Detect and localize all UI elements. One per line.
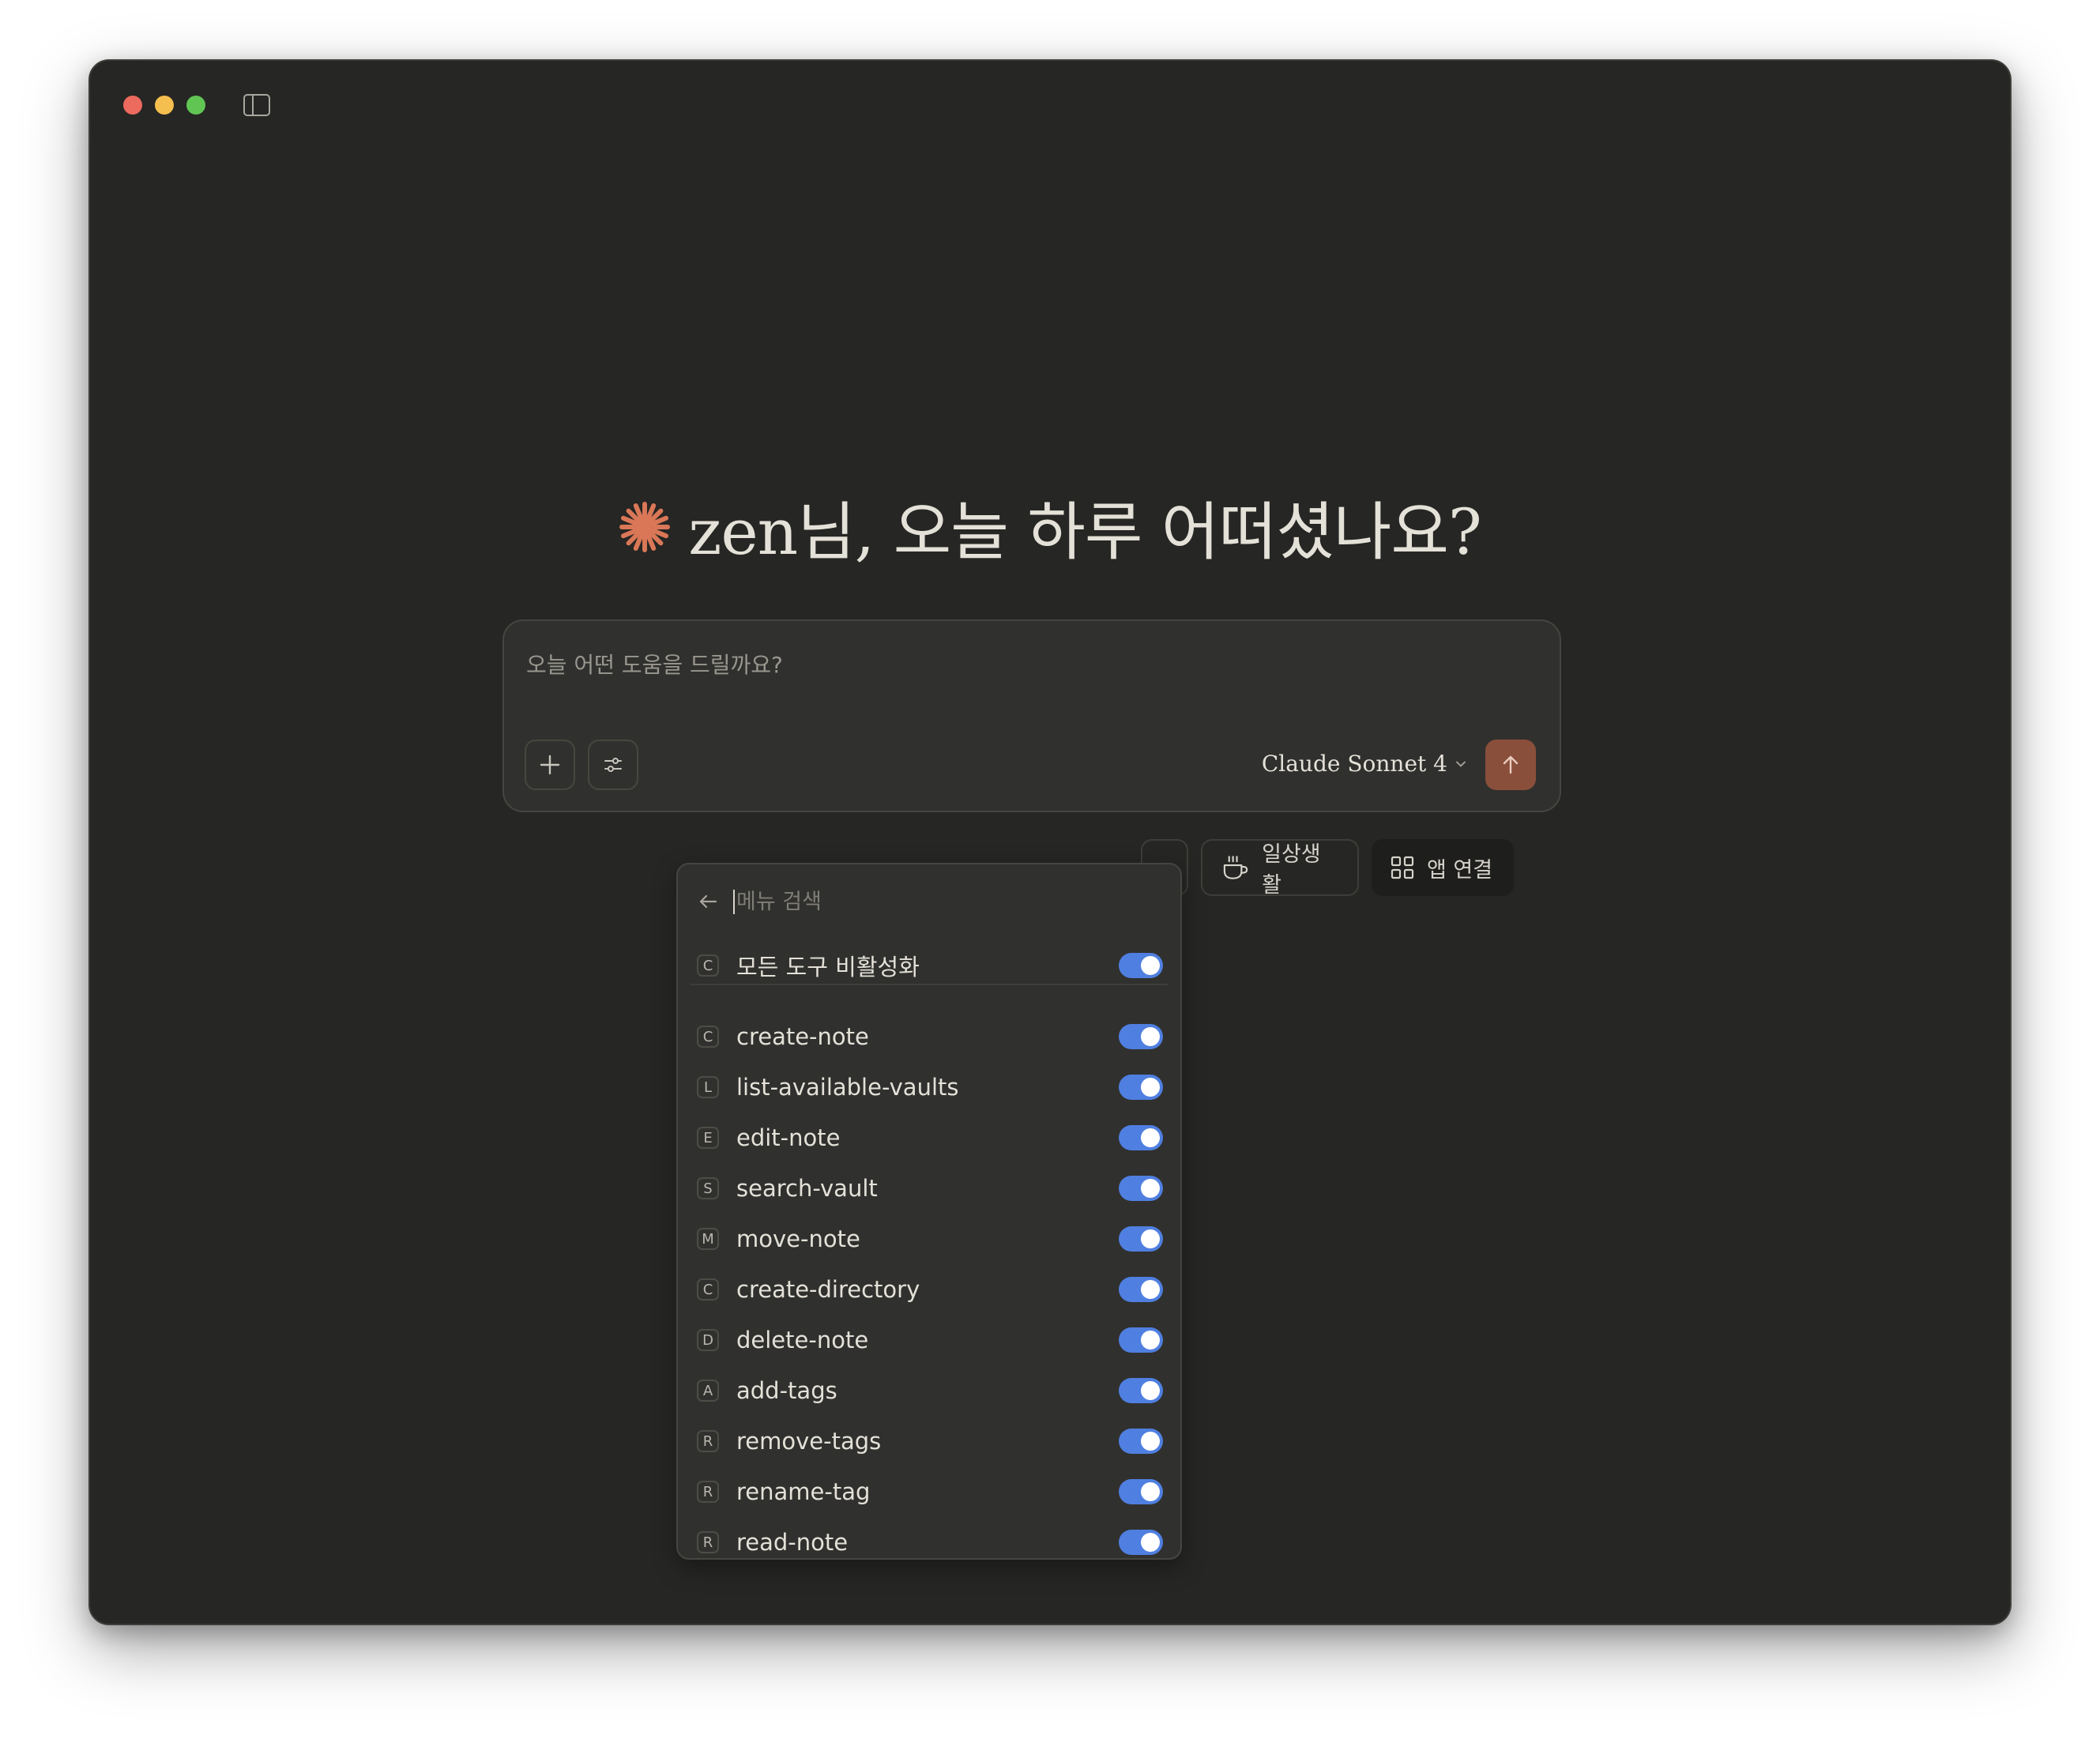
add-attachment-button[interactable]: [525, 740, 575, 790]
close-window-button[interactable]: [123, 96, 142, 115]
tool-item[interactable]: A add-tags: [697, 1371, 1163, 1410]
model-selector[interactable]: Claude Sonnet 4: [1262, 751, 1466, 777]
sidebar-toggle-icon[interactable]: [243, 94, 270, 116]
toggle-switch[interactable]: [1119, 1024, 1163, 1049]
toggle-switch[interactable]: [1119, 1327, 1163, 1353]
tool-item[interactable]: D delete-note: [697, 1320, 1163, 1360]
letter-badge: S: [697, 1177, 719, 1199]
suggestion-chip-daily[interactable]: 일상생활: [1201, 839, 1359, 898]
tool-item[interactable]: L list-available-vaults: [697, 1067, 1163, 1107]
tool-label: create-note: [736, 1023, 869, 1050]
chip-label: 일상생활: [1262, 842, 1321, 898]
letter-badge: R: [697, 1481, 719, 1503]
plus-icon: [540, 755, 560, 775]
maximize-window-button[interactable]: [186, 96, 205, 115]
tool-label: remove-tags: [736, 1428, 882, 1455]
message-input[interactable]: 오늘 어떤 도움을 드릴까요?: [526, 648, 783, 680]
greeting-text: zen님, 오늘 하루 어떠셨나요?: [688, 495, 1482, 569]
letter-badge: A: [697, 1380, 719, 1402]
claude-spark-icon: [619, 501, 671, 553]
letter-badge: E: [697, 1127, 719, 1149]
grid-icon: [1391, 856, 1414, 879]
toggle-switch[interactable]: [1119, 1378, 1163, 1403]
tools-menu-button[interactable]: [588, 740, 638, 790]
tool-label: edit-note: [736, 1124, 841, 1151]
app-window: zen님, 오늘 하루 어떠셨나요? 오늘 어떤 도움을 드릴까요? Claud…: [88, 59, 2012, 1625]
tool-item[interactable]: M move-note: [697, 1219, 1163, 1259]
chevron-down-icon: [1456, 761, 1466, 767]
toggle-switch[interactable]: [1119, 1429, 1163, 1454]
menu-divider: [691, 984, 1168, 985]
letter-badge: C: [697, 1278, 719, 1301]
tool-item[interactable]: S search-vault: [697, 1169, 1163, 1208]
letter-badge: L: [697, 1076, 719, 1098]
tool-item[interactable]: E edit-note: [697, 1118, 1163, 1158]
tool-item[interactable]: C create-directory: [697, 1270, 1163, 1309]
tool-label: list-available-vaults: [736, 1074, 959, 1101]
tool-item[interactable]: C create-note: [697, 1017, 1163, 1056]
disable-all-tools-toggle-row[interactable]: C 모든 도구 비활성화: [697, 946, 1163, 985]
toggle-switch[interactable]: [1119, 1075, 1163, 1100]
sliders-icon: [604, 758, 622, 772]
send-button[interactable]: [1485, 740, 1536, 790]
tools-menu: C 모든 도구 비활성화 C create-note L list-availa…: [676, 863, 1182, 1560]
letter-badge: M: [697, 1228, 719, 1250]
letter-badge: C: [697, 1026, 719, 1048]
letter-badge: R: [697, 1430, 719, 1452]
model-name: Claude Sonnet 4: [1261, 751, 1447, 777]
tool-label: rename-tag: [736, 1478, 871, 1505]
menu-item-label: 모든 도구 비활성화: [736, 954, 920, 981]
tool-label: move-note: [736, 1225, 860, 1252]
tool-label: add-tags: [736, 1377, 837, 1404]
arrow-up-icon: [1503, 755, 1519, 774]
letter-badge: R: [697, 1531, 719, 1553]
minimize-window-button[interactable]: [155, 96, 174, 115]
message-composer[interactable]: 오늘 어떤 도움을 드릴까요? Claude Sonnet 4: [502, 619, 1561, 812]
back-arrow-icon[interactable]: [697, 890, 719, 913]
letter-badge: D: [697, 1329, 719, 1351]
toggle-switch[interactable]: [1119, 1530, 1163, 1555]
toggle-switch[interactable]: [1119, 1226, 1163, 1252]
tool-label: create-directory: [736, 1276, 920, 1303]
tool-item[interactable]: R read-note: [697, 1523, 1163, 1562]
tool-item[interactable]: R rename-tag: [697, 1472, 1163, 1511]
tool-label: delete-note: [736, 1327, 869, 1353]
toggle-switch[interactable]: [1119, 953, 1163, 978]
tool-item[interactable]: R remove-tags: [697, 1421, 1163, 1461]
menu-search: [697, 882, 1131, 921]
toggle-switch[interactable]: [1119, 1125, 1163, 1150]
chip-label: 앱 연결: [1427, 857, 1493, 883]
tool-label: read-note: [736, 1529, 849, 1556]
toggle-switch[interactable]: [1119, 1277, 1163, 1302]
letter-badge: C: [697, 954, 719, 977]
toggle-switch[interactable]: [1119, 1176, 1163, 1201]
coffee-cup-icon: [1223, 856, 1248, 879]
menu-search-input[interactable]: [733, 889, 1131, 914]
greeting: zen님, 오늘 하루 어떠셨나요?: [90, 472, 2010, 582]
connect-apps-chip[interactable]: 앱 연결: [1372, 839, 1514, 896]
toggle-switch[interactable]: [1119, 1479, 1163, 1504]
tool-label: search-vault: [736, 1175, 878, 1202]
